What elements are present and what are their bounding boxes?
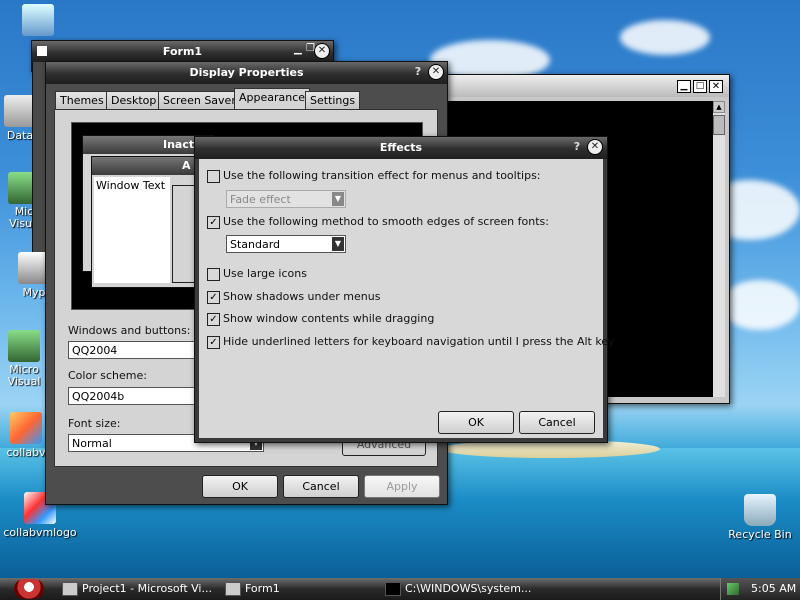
display-ok-button[interactable]: OK [202,475,278,498]
hide-underline-label: Hide underlined letters for keyboard nav… [223,335,615,348]
color-scheme-label: Color scheme: [68,369,147,382]
effects-title: Effects [379,141,423,154]
effects-titlebar[interactable]: Effects ? ✕ [195,137,607,159]
transition-effect-checkbox[interactable] [207,170,220,183]
display-properties-title: Display Properties [189,66,304,79]
restore-icon[interactable]: ❐ [306,43,315,54]
transition-effect-value: Fade effect [230,193,291,206]
drag-contents-label: Show window contents while dragging [223,312,435,325]
console-icon [385,582,401,596]
desktop-icon-label: collabvmlogo [3,526,77,539]
effects-cancel-button[interactable]: Cancel [519,411,595,434]
smooth-fonts-checkbox[interactable]: ✓ [207,216,220,229]
effects-right-border [603,159,607,440]
clock[interactable]: 5:05 AM [751,582,796,595]
visual-basic-icon [62,582,78,596]
taskbar: Project1 - Microsoft Vi... Form1 C:\WIND… [0,578,800,600]
computer-icon [22,4,54,36]
desktop-icon-recycle-bin[interactable]: Recycle Bin [720,494,800,541]
maximize-button[interactable]: □ [693,80,707,93]
close-icon[interactable]: ✕ [429,65,443,79]
large-icons-checkbox[interactable] [207,268,220,281]
shadows-label: Show shadows under menus [223,290,381,303]
scroll-up-arrow-icon[interactable]: ▲ [713,101,725,113]
cloud [620,20,710,55]
taskbar-item-project1[interactable]: Project1 - Microsoft Vi... [62,580,212,598]
form1-title: Form1 [162,45,203,58]
effects-left-border [195,159,199,440]
chevron-down-icon[interactable]: ▼ [332,237,344,251]
transition-effect-label: Use the following transition effect for … [223,169,541,182]
tab-settings[interactable]: Settings [305,91,361,110]
drag-contents-checkbox[interactable]: ✓ [207,313,220,326]
hide-underline-checkbox[interactable]: ✓ [207,336,220,349]
windows-buttons-select[interactable]: QQ2004 [68,341,196,359]
large-icons-label: Use large icons [223,267,307,280]
network-icon[interactable] [727,583,739,595]
taskbar-item-label: C:\WINDOWS\system... [405,582,532,595]
smooth-fonts-value: Standard [230,238,281,251]
help-icon[interactable]: ? [571,140,583,154]
smooth-fonts-select[interactable]: Standard ▼ [226,235,346,253]
color-scheme-select[interactable]: QQ2004b [68,387,196,405]
font-size-value: Normal [72,437,112,450]
tab-desktop[interactable]: Desktop [106,91,162,110]
taskbar-item-form1[interactable]: Form1 [225,580,375,598]
smooth-fonts-label: Use the following method to smooth edges… [223,215,549,228]
font-size-label: Font size: [68,417,121,430]
close-button[interactable]: ✕ [709,80,723,93]
cloud [720,280,800,330]
taskbar-item-label: Form1 [245,582,280,595]
display-properties-titlebar[interactable]: Display Properties ? ✕ [46,62,447,84]
windows-buttons-label: Windows and buttons: [68,324,191,337]
tab-appearance[interactable]: Appearance [234,88,311,110]
console-scrollbar[interactable]: ▲ [713,101,725,397]
scroll-thumb[interactable] [713,115,725,135]
display-apply-button[interactable]: Apply [364,475,440,498]
recycle-bin-icon [744,494,776,526]
effects-bottom-border [195,438,607,442]
minimize-button[interactable]: ▁ [677,80,691,93]
minimize-icon[interactable]: ▁ [294,44,302,55]
form1-titlebar[interactable]: Form1 ▁ ❐ ✕ [32,41,333,63]
taskbar-item-label: Project1 - Microsoft Vi... [82,582,212,595]
display-cancel-button[interactable]: Cancel [283,475,359,498]
close-icon[interactable]: ✕ [588,140,602,154]
close-icon[interactable]: ✕ [315,44,329,58]
start-button[interactable] [14,579,44,599]
effects-ok-button[interactable]: OK [438,411,514,434]
help-icon[interactable]: ? [412,65,424,79]
system-tray: 5:05 AM [720,578,800,600]
desktop-icon-label: Recycle Bin [728,528,792,541]
window-icon [225,582,241,596]
chevron-down-icon[interactable]: ▼ [332,192,344,206]
shadows-checkbox[interactable]: ✓ [207,291,220,304]
taskbar-item-console[interactable]: C:\WINDOWS\system... [385,580,545,598]
transition-effect-select[interactable]: Fade effect ▼ [226,190,346,208]
preview-window-text: Window Text [94,177,170,283]
visual-basic-icon [8,330,40,362]
paint-icon [10,412,42,444]
tab-screen-saver[interactable]: Screen Saver [158,91,241,110]
tab-themes[interactable]: Themes [55,91,109,110]
